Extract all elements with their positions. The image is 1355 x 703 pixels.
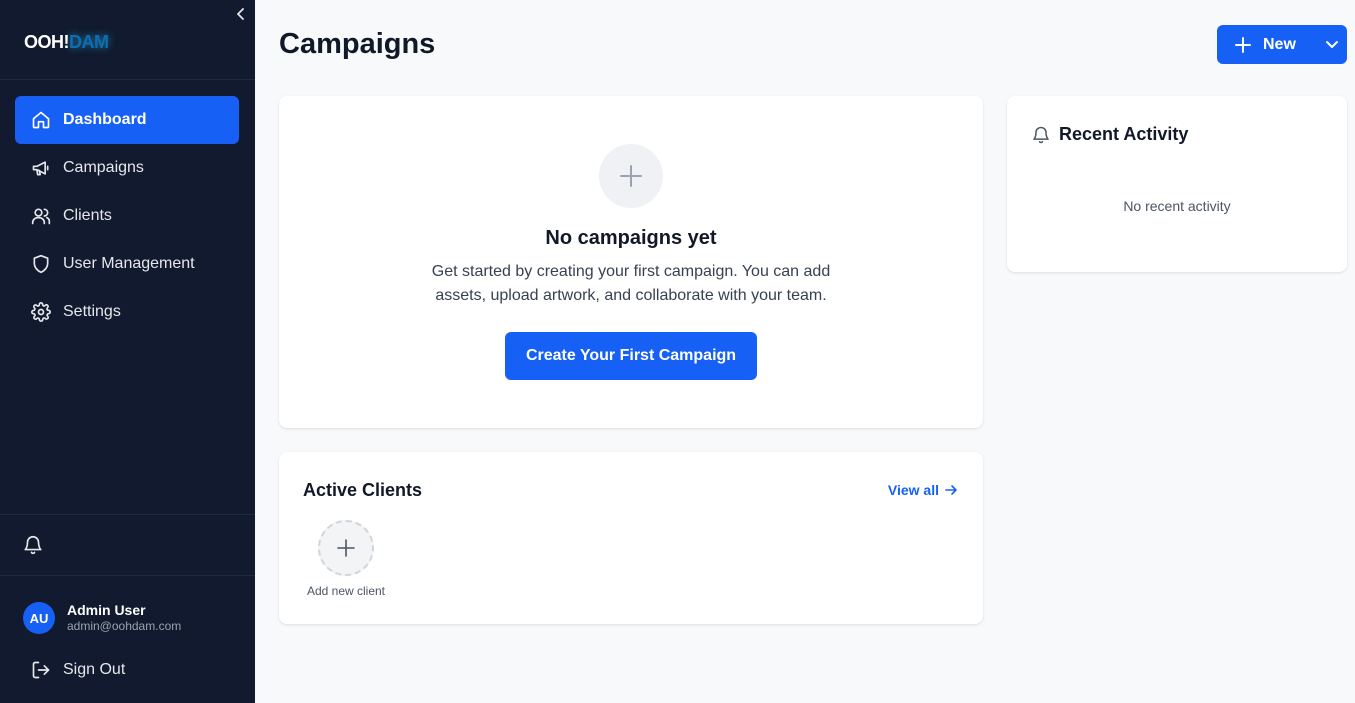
bell-icon: [24, 536, 42, 555]
sidebar-item-label: Dashboard: [63, 111, 147, 128]
campaigns-empty-state: No campaigns yet Get started by creating…: [279, 96, 983, 428]
logout-icon: [31, 660, 51, 680]
sidebar-item-label: Campaigns: [63, 159, 144, 176]
new-button-main[interactable]: New: [1217, 25, 1317, 64]
sign-out-button[interactable]: Sign Out: [31, 660, 125, 680]
sidebar-item-dashboard[interactable]: Dashboard: [15, 96, 239, 144]
sidebar-item-clients[interactable]: Clients: [15, 192, 239, 240]
sidebar: OOH!DAM Dashboard Campaigns Clients Use: [0, 0, 255, 703]
chevron-left-icon: [237, 8, 244, 20]
arrow-right-icon: [945, 484, 958, 496]
bell-icon: [1031, 125, 1051, 145]
users-icon: [31, 206, 51, 226]
sign-out-label: Sign Out: [63, 661, 126, 678]
new-dropdown-toggle[interactable]: [1317, 25, 1347, 64]
sidebar-divider: [0, 79, 255, 80]
add-client-label: Add new client: [306, 584, 386, 598]
sidebar-item-label: Clients: [63, 207, 112, 224]
active-clients-card: Active Clients View all Add new client: [279, 452, 983, 624]
logo-text-ooh: OOH!: [24, 31, 70, 52]
page-title: Campaigns: [279, 28, 436, 60]
new-button[interactable]: New: [1217, 25, 1347, 64]
logo-text-dam: DAM: [69, 31, 109, 52]
app-logo[interactable]: OOH! DAM: [24, 30, 109, 54]
gear-icon: [31, 302, 51, 322]
add-client-circle: [318, 520, 374, 576]
shield-icon: [31, 254, 51, 274]
add-new-client-button[interactable]: Add new client: [303, 520, 389, 598]
empty-state-title: No campaigns yet: [545, 227, 717, 249]
chevron-down-icon: [1326, 40, 1338, 48]
sidebar-nav: Dashboard Campaigns Clients User Managem…: [15, 96, 239, 336]
user-email: admin@oohdam.com: [67, 619, 182, 633]
empty-state-icon-circle: [599, 144, 663, 208]
view-all-label: View all: [887, 482, 939, 498]
recent-activity-empty-text: No recent activity: [1123, 198, 1231, 214]
sidebar-item-settings[interactable]: Settings: [15, 288, 239, 336]
user-info: Admin User admin@oohdam.com: [67, 602, 181, 634]
user-profile[interactable]: AU Admin User admin@oohdam.com: [23, 602, 181, 634]
active-clients-title: Active Clients: [303, 480, 423, 500]
avatar: AU: [23, 602, 55, 634]
user-name: Admin User: [67, 602, 146, 618]
sidebar-divider: [0, 514, 255, 515]
sidebar-item-label: User Management: [63, 255, 195, 272]
empty-state-description: Get started by creating your first campa…: [431, 263, 831, 304]
create-first-campaign-button[interactable]: Create Your First Campaign: [505, 332, 757, 380]
sidebar-item-label: Settings: [63, 303, 121, 320]
home-icon: [31, 110, 51, 130]
plus-icon: [337, 539, 355, 557]
plus-icon: [620, 165, 642, 187]
recent-activity-title: Recent Activity: [1059, 124, 1189, 144]
sidebar-divider: [0, 575, 255, 576]
sidebar-item-campaigns[interactable]: Campaigns: [15, 144, 239, 192]
sidebar-item-user-management[interactable]: User Management: [15, 240, 239, 288]
megaphone-icon: [31, 158, 51, 178]
notifications-button[interactable]: [22, 534, 44, 556]
view-all-clients-link[interactable]: View all: [888, 482, 958, 498]
recent-activity-header: Recent Activity: [1031, 124, 1188, 145]
plus-icon: [1235, 36, 1251, 53]
new-button-label: New: [1263, 35, 1296, 53]
collapse-sidebar-button[interactable]: [233, 5, 249, 23]
recent-activity-card: Recent Activity No recent activity: [1007, 96, 1347, 272]
